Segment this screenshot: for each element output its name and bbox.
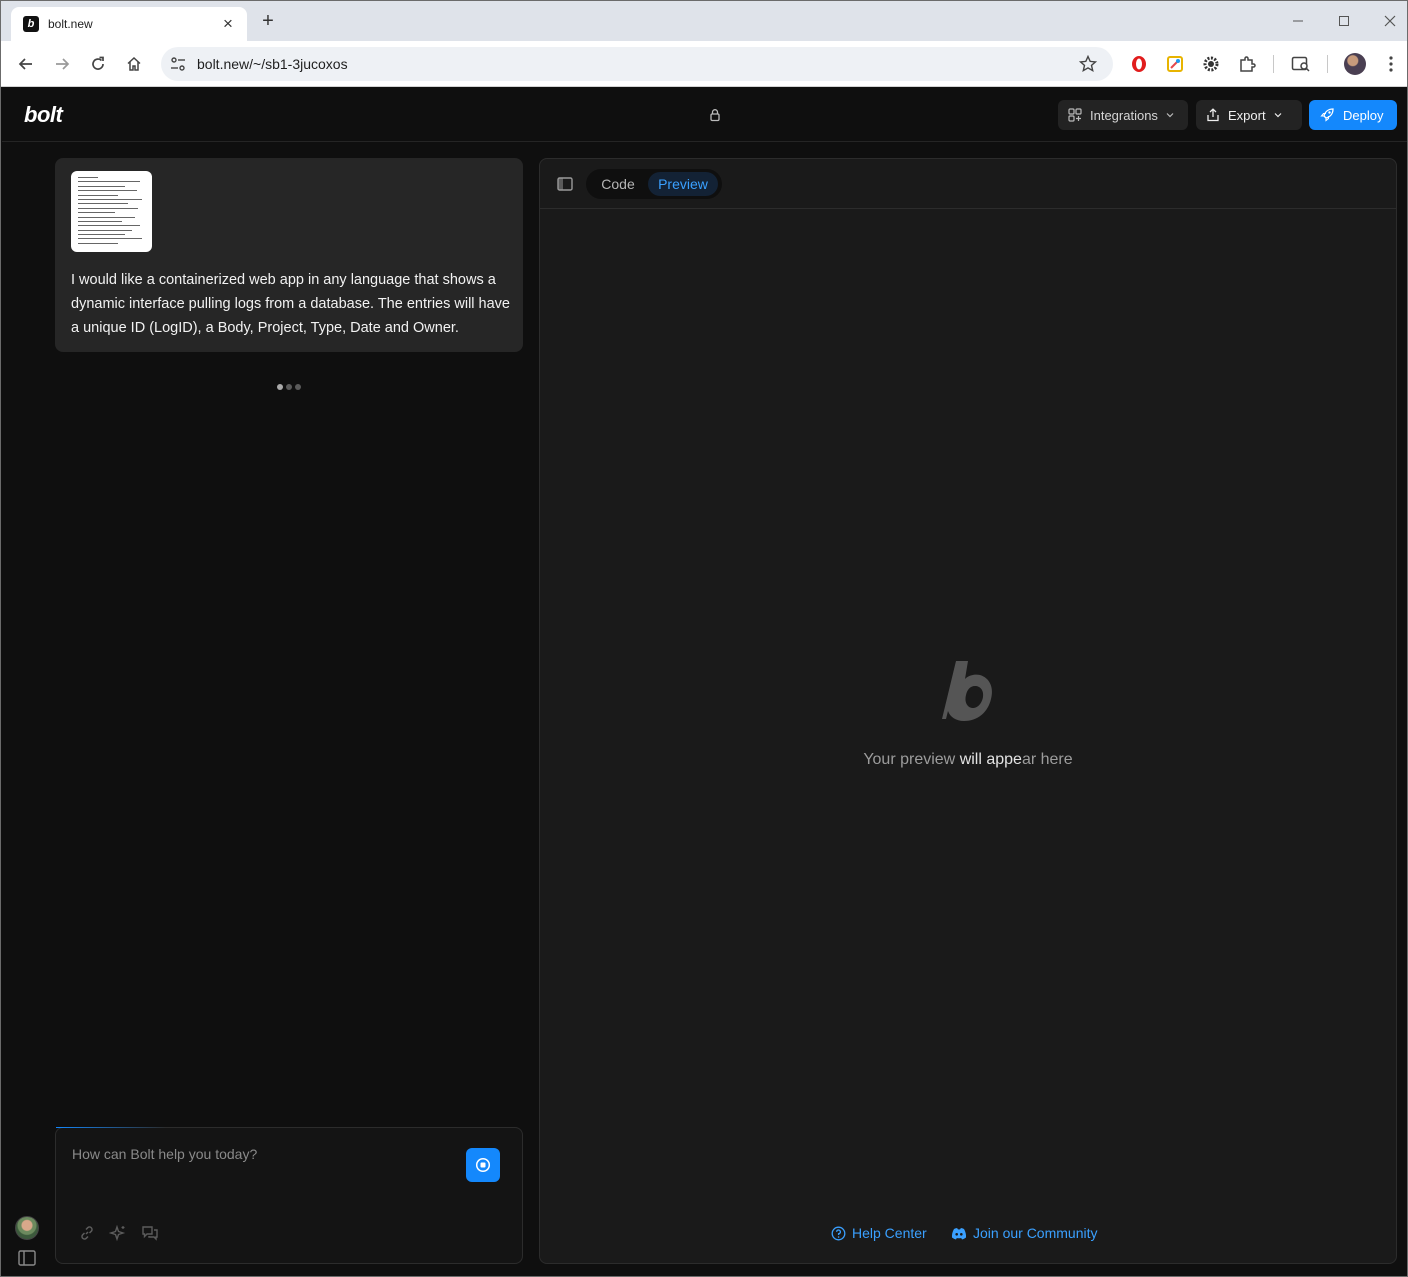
- community-label: Join our Community: [973, 1225, 1098, 1241]
- share-upload-icon: [1207, 108, 1219, 122]
- integrations-grid-icon: [1068, 108, 1082, 122]
- help-center-link[interactable]: Help Center: [831, 1225, 927, 1241]
- loading-dot: [277, 384, 283, 390]
- workbench-toolbar: Code Preview: [540, 159, 1396, 209]
- new-tab-icon[interactable]: +: [259, 11, 277, 31]
- bolt-b-logo-icon: [942, 661, 992, 721]
- minimize-icon[interactable]: [1283, 9, 1313, 33]
- gear-extension-icon[interactable]: [1200, 53, 1222, 75]
- prompt-input[interactable]: [72, 1146, 452, 1162]
- browser-window: b bolt.new × + bolt.new/~/sb1-3jucoxos b…: [0, 0, 1408, 1277]
- workbench-panel: Code Preview Your preview will appear he…: [539, 158, 1397, 1264]
- user-message-text: I would like a containerized web app in …: [71, 272, 510, 336]
- tab-preview[interactable]: Preview: [648, 172, 718, 196]
- prompt-glow: [56, 1127, 166, 1128]
- enhance-prompt-sparkle-icon[interactable]: [107, 1222, 129, 1244]
- site-info-icon[interactable]: [169, 55, 187, 78]
- deploy-label: Deploy: [1343, 107, 1384, 123]
- opera-extension-icon[interactable]: [1128, 53, 1150, 75]
- user-avatar[interactable]: [15, 1216, 39, 1240]
- close-tab-icon[interactable]: ×: [219, 15, 237, 32]
- help-circle-icon: [831, 1226, 846, 1240]
- url-text: bolt.new/~/sb1-3jucoxos: [197, 56, 348, 72]
- profile-avatar[interactable]: [1344, 53, 1366, 75]
- chevron-down-icon: [1166, 113, 1174, 118]
- attach-link-icon[interactable]: [76, 1222, 98, 1244]
- reload-icon[interactable]: [86, 52, 110, 76]
- stop-generation-button[interactable]: [466, 1148, 500, 1182]
- bookmark-star-icon[interactable]: [1078, 54, 1098, 78]
- extensions-puzzle-icon[interactable]: [1236, 53, 1258, 75]
- menu-kebab-icon[interactable]: [1380, 53, 1402, 75]
- preview-placeholder-text: Your preview will appear here: [540, 751, 1396, 769]
- integrations-label: Integrations: [1090, 107, 1158, 123]
- panel-toggle-icon[interactable]: [557, 176, 573, 192]
- home-icon[interactable]: [122, 52, 146, 76]
- maximize-icon[interactable]: [1329, 9, 1359, 33]
- preview-text-part: will appe: [959, 751, 1022, 768]
- close-window-icon[interactable]: [1375, 9, 1405, 33]
- address-bar[interactable]: bolt.new/~/sb1-3jucoxos: [161, 47, 1113, 81]
- tab-strip: b bolt.new × +: [1, 1, 1407, 41]
- prompt-box: [55, 1127, 523, 1264]
- browser-tab[interactable]: b bolt.new ×: [11, 7, 247, 41]
- lock-icon: [710, 109, 720, 122]
- export-button[interactable]: Export: [1196, 100, 1302, 130]
- bolt-favicon-icon: b: [23, 16, 39, 32]
- view-switcher: Code Preview: [586, 169, 722, 199]
- rocket-icon: [1320, 108, 1334, 122]
- loading-dot: [286, 384, 292, 390]
- back-icon[interactable]: [14, 52, 38, 76]
- stop-icon: [475, 1157, 491, 1173]
- community-link[interactable]: Join our Community: [951, 1225, 1098, 1241]
- browser-toolbar: bolt.new/~/sb1-3jucoxos: [1, 41, 1407, 87]
- sidebar-toggle-icon[interactable]: [17, 1249, 37, 1267]
- forward-icon[interactable]: [50, 52, 74, 76]
- integrations-button[interactable]: Integrations: [1058, 100, 1188, 130]
- user-message: I would like a containerized web app in …: [55, 158, 523, 352]
- discord-icon: [951, 1227, 967, 1239]
- color-picker-extension-icon[interactable]: [1164, 53, 1186, 75]
- attached-image-thumbnail[interactable]: [71, 171, 152, 252]
- help-center-label: Help Center: [852, 1225, 927, 1241]
- app-header: bolt Integrations Export Deploy: [2, 88, 1407, 142]
- toolbar-separator: [1327, 55, 1328, 73]
- discuss-chat-icon[interactable]: [139, 1222, 161, 1244]
- loading-indicator: [277, 384, 301, 390]
- preview-text-part: Your preview: [863, 751, 960, 768]
- preview-text-part: ar here: [1021, 751, 1073, 768]
- tab-title: bolt.new: [48, 17, 93, 31]
- tab-search-icon[interactable]: [1290, 53, 1312, 75]
- bolt-logo[interactable]: bolt: [24, 102, 63, 128]
- chevron-down-icon: [1274, 113, 1282, 118]
- toolbar-separator: [1273, 55, 1274, 73]
- tab-code[interactable]: Code: [590, 172, 646, 196]
- export-label: Export: [1228, 107, 1266, 123]
- loading-dot: [295, 384, 301, 390]
- deploy-button[interactable]: Deploy: [1309, 100, 1397, 130]
